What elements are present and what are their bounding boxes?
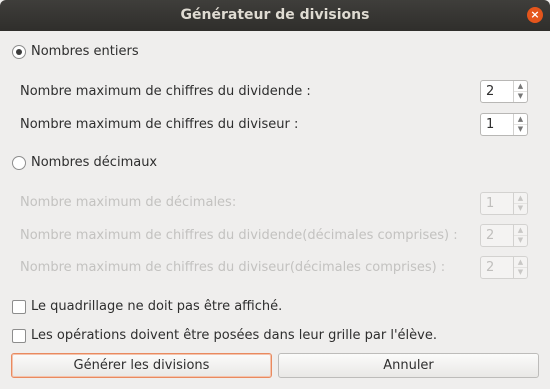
dec-divisor-value[interactable]: 2 [486,260,494,275]
dec-dividend-value[interactable]: 2 [486,228,494,243]
decimals-radio-label[interactable]: Nombres décimaux [31,155,157,170]
dec-dividend-spinbox[interactable]: 2 ▲ ▼ [480,224,528,247]
integers-radio-label[interactable]: Nombres entiers [31,44,139,59]
dialog-window: Générateur de divisions × Nombres entier… [0,0,550,389]
close-icon[interactable]: × [527,7,543,23]
dec-decimals-label: Nombre maximum de décimales: [20,195,237,210]
spin-down-icon[interactable]: ▼ [514,124,527,134]
cancel-button[interactable]: Annuler [278,353,539,378]
dec-divisor-label: Nombre maximum de chiffres du diviseur(d… [20,260,446,275]
spin-down-icon[interactable]: ▼ [514,203,527,213]
hide-grid-checkbox[interactable] [12,300,26,314]
generate-button[interactable]: Générer les divisions [11,353,272,378]
integers-radio[interactable] [12,45,26,59]
decimals-radio[interactable] [12,156,26,170]
int-divisor-spinbox[interactable]: 1 ▲ ▼ [480,113,528,136]
title-bar[interactable]: Générateur de divisions × [0,0,550,31]
dec-decimals-value[interactable]: 1 [486,196,494,211]
int-divisor-value[interactable]: 1 [486,117,494,132]
student-grid-checkbox[interactable] [12,329,26,343]
int-dividend-spinbox[interactable]: 2 ▲ ▼ [480,80,528,103]
spin-down-icon[interactable]: ▼ [514,91,527,101]
int-dividend-label: Nombre maximum de chiffres du dividende … [20,84,311,99]
spin-down-icon[interactable]: ▼ [514,267,527,277]
spin-down-icon[interactable]: ▼ [514,235,527,245]
int-dividend-value[interactable]: 2 [486,84,494,99]
window-title: Générateur de divisions [180,7,370,23]
student-grid-label[interactable]: Les opérations doivent être posées dans … [31,328,437,343]
dec-divisor-spinbox[interactable]: 2 ▲ ▼ [480,256,528,279]
dec-dividend-label: Nombre maximum de chiffres du dividende(… [20,228,458,243]
int-divisor-label: Nombre maximum de chiffres du diviseur : [20,117,299,132]
dec-decimals-spinbox[interactable]: 1 ▲ ▼ [480,192,528,215]
hide-grid-label[interactable]: Le quadrillage ne doit pas être affiché. [31,299,282,314]
